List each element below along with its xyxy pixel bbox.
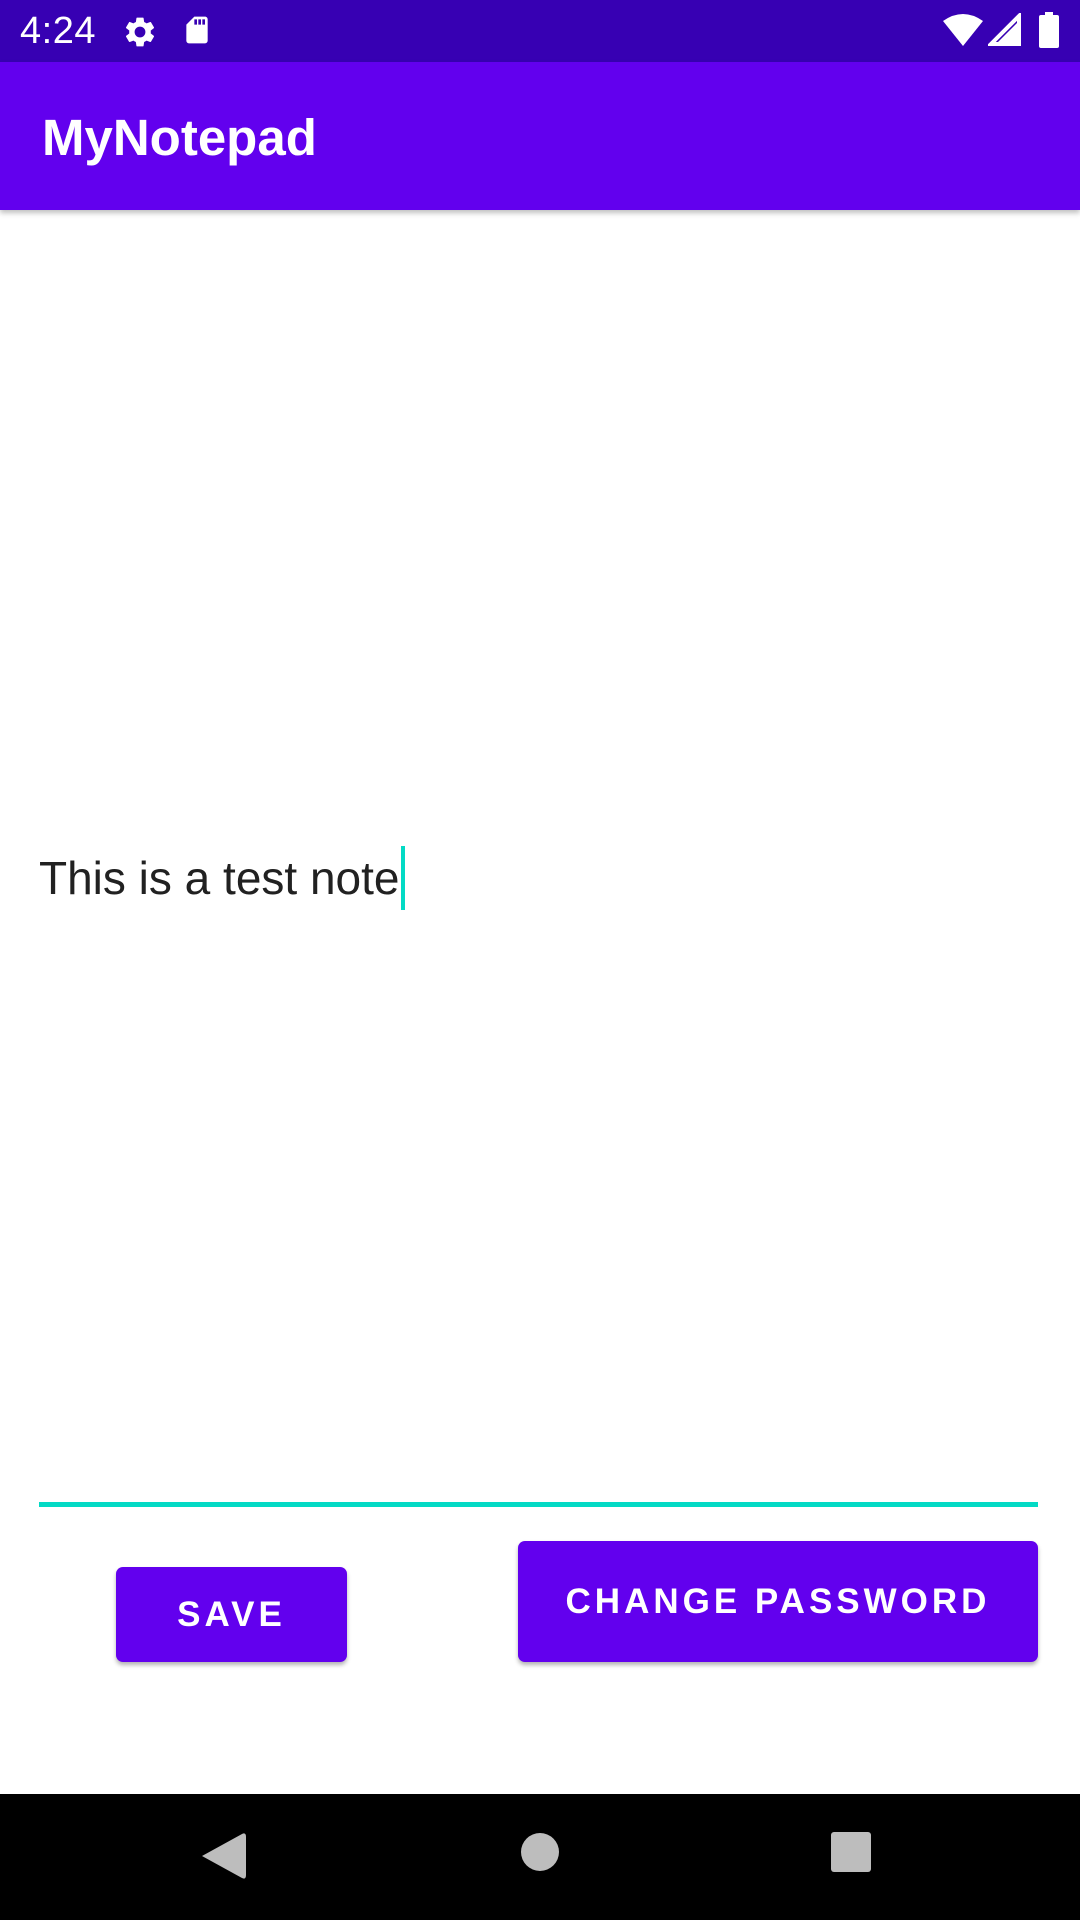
wifi-icon [943,13,983,47]
sd-card-icon [181,12,213,48]
cell-signal-icon [988,13,1022,47]
note-text: This is a test note [39,852,400,904]
save-button[interactable]: SAVE [116,1567,347,1662]
status-time: 4:24 [20,10,96,52]
note-input[interactable]: This is a test note [39,212,1038,1507]
home-icon[interactable] [520,1832,560,1872]
back-icon[interactable] [200,1832,246,1880]
battery-icon [1039,12,1059,48]
recents-icon[interactable] [831,1832,871,1872]
status-bar: 4:24 [0,0,1080,62]
note-input-underline [39,1502,1038,1507]
save-button-label: SAVE [177,1594,286,1634]
change-password-button-label: CHANGE PASSWORD [565,1581,991,1621]
app-title: MyNotepad [42,109,317,166]
navigation-bar [0,1794,1080,1920]
gear-icon [122,14,158,50]
text-cursor [400,846,405,910]
change-password-button[interactable]: CHANGE PASSWORD [518,1541,1038,1662]
app-bar: MyNotepad [0,62,1080,210]
note-text-line: This is a test note [39,843,405,913]
